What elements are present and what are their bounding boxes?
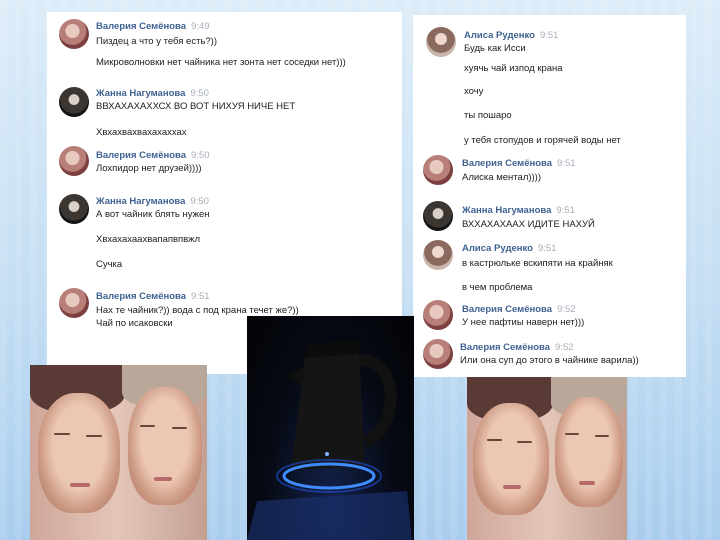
sender-name[interactable]: Валерия Семёнова 9:51 <box>462 158 576 169</box>
message-time: 9:51 <box>557 158 576 169</box>
message-text: А вот чайник блять нужен <box>96 209 210 220</box>
avatar[interactable] <box>59 288 89 318</box>
message-text: в кастрюльке вскипяти на крайняк <box>462 258 613 269</box>
message-time: 9:52 <box>557 304 576 315</box>
sender-name[interactable]: Валерия Семёнова 9:52 <box>462 304 576 315</box>
message-text: Микроволновки нет чайника нет зонта нет … <box>96 57 346 68</box>
message-text: Чай по исаковски <box>96 318 173 329</box>
avatar[interactable] <box>423 339 453 369</box>
message-text: Нах те чайник?)) вода с под крана течет … <box>96 305 299 316</box>
message-time: 9:51 <box>191 291 210 302</box>
avatar[interactable] <box>426 27 456 57</box>
message-time: 9:51 <box>537 243 557 254</box>
photo-faces-left <box>30 365 207 540</box>
message-text: Пиздец а что у тебя есть?)) <box>96 36 217 47</box>
sender-name[interactable]: Валерия Семёнова 9:52 <box>460 342 574 353</box>
message-text: Хвхахахаахвапапвпвжл <box>96 234 201 245</box>
avatar[interactable] <box>423 300 453 330</box>
avatar[interactable] <box>59 146 89 176</box>
message-text: ты пошаро <box>464 110 512 121</box>
sender-name[interactable]: Валерия Семёнова 9:50 <box>96 150 210 161</box>
message-time: 9:49 <box>191 21 210 32</box>
sender-name[interactable]: Валерия Семёнова 9:49 <box>96 21 210 32</box>
avatar[interactable] <box>423 155 453 185</box>
avatar[interactable] <box>59 87 89 117</box>
message-time: 9:51 <box>556 205 575 216</box>
message-text: Алиска ментал)))) <box>462 172 542 183</box>
sender-name[interactable]: Алиса Руденко 9:51 <box>464 30 558 41</box>
avatar[interactable] <box>59 19 89 49</box>
message-text: Будь как Исси <box>464 43 526 54</box>
chat-panel-right: Алиса Руденко 9:51 Будь как Исси хуячь ча… <box>413 15 686 377</box>
message-text: ВВХАХАХАХХСХ ВО ВОТ НИХУЯ НИЧЕ НЕТ <box>96 101 296 112</box>
message-text: Сучка <box>96 259 123 270</box>
kettle-icon <box>247 340 412 540</box>
sender-name[interactable]: Жанна Нагуманова 9:50 <box>96 88 209 99</box>
message-text: хуячь чай изпод крана <box>464 63 563 74</box>
message-time: 9:50 <box>191 150 210 161</box>
message-text: Или она суп до этого в чайнике варила)) <box>460 355 639 366</box>
message-text: у тебя стопудов и горячей воды нет <box>464 135 621 146</box>
message-time: 9:52 <box>555 342 574 353</box>
sender-name[interactable]: Жанна Нагуманова 9:50 <box>96 196 209 207</box>
message-text: в чем проблема <box>462 282 533 293</box>
message-text: Хвхахвахвахахаххах <box>96 127 187 138</box>
message-text: ВХХАХАХААХ ИДИТЕ НАХУЙ <box>462 219 595 230</box>
sender-name[interactable]: Алиса Руденко 9:51 <box>462 243 556 254</box>
message-time: 9:51 <box>539 30 559 41</box>
electric-kettle-photo <box>247 316 414 540</box>
avatar[interactable] <box>59 194 89 224</box>
message-time: 9:50 <box>190 88 209 99</box>
sender-name[interactable]: Валерия Семёнова 9:51 <box>96 291 210 302</box>
message-text: Лохпидор нет друзей)))) <box>96 163 202 174</box>
photo-faces-right <box>467 377 627 540</box>
avatar[interactable] <box>423 240 453 270</box>
message-time: 9:50 <box>190 196 209 207</box>
message-text: У нее пафтиы наверн нет))) <box>462 317 585 328</box>
sender-name[interactable]: Жанна Нагуманова 9:51 <box>462 205 575 216</box>
avatar[interactable] <box>423 201 453 231</box>
message-text: хочу <box>464 86 484 97</box>
